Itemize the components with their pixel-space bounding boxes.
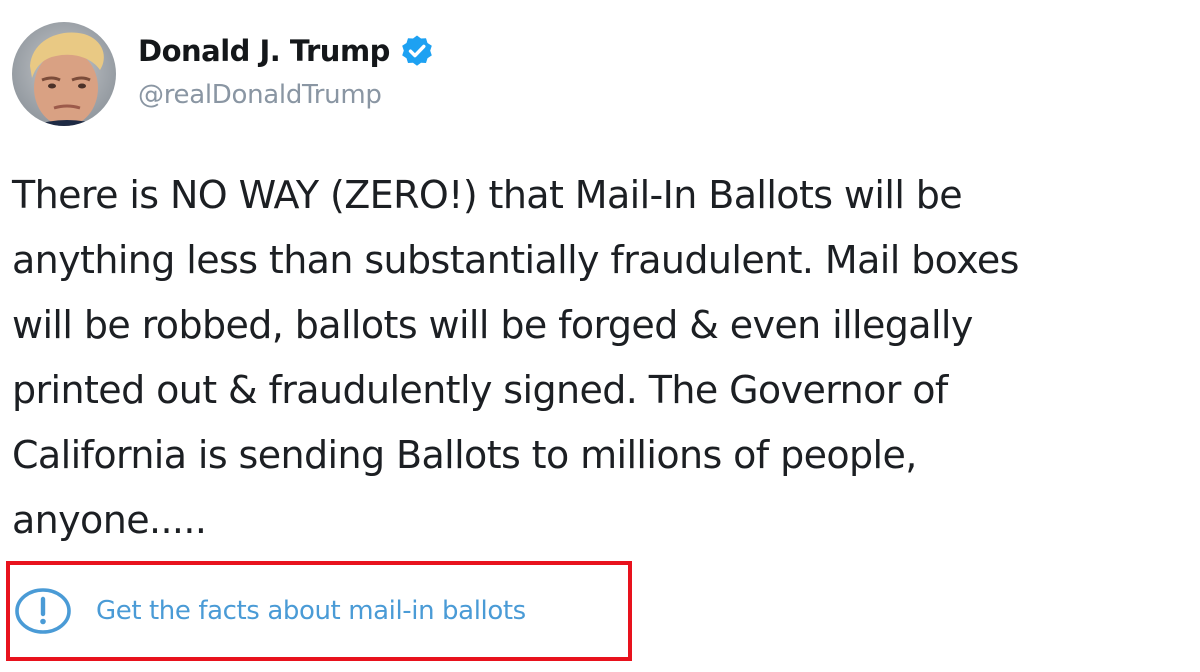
author-name[interactable]: Donald J. Trump bbox=[138, 34, 390, 68]
author-avatar[interactable] bbox=[12, 22, 116, 126]
tweet-text: There is NO WAY (ZERO!) that Mail-In Bal… bbox=[12, 173, 1019, 542]
exclamation-circle-icon bbox=[14, 587, 72, 635]
author-handle[interactable]: @realDonaldTrump bbox=[138, 80, 382, 110]
fact-check-link[interactable]: Get the facts about mail-in ballots bbox=[14, 587, 526, 635]
avatar-image bbox=[12, 22, 116, 126]
fact-check-label[interactable]: Get the facts about mail-in ballots bbox=[96, 596, 526, 626]
author-name-row[interactable]: Donald J. Trump bbox=[138, 34, 434, 68]
fact-check-highlight-box: Get the facts about mail-in ballots bbox=[6, 561, 632, 661]
tweet-card: Donald J. Trump @realDonaldTrump There i… bbox=[0, 0, 1200, 672]
verified-badge-icon bbox=[400, 34, 434, 68]
